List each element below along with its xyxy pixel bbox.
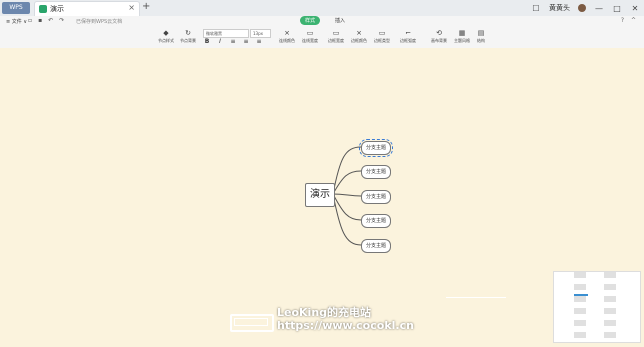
tab-style[interactable]: 样式: [300, 16, 321, 25]
undo-icon[interactable]: ↶: [48, 17, 53, 24]
branch-topic-1[interactable]: 分支主题: [359, 139, 393, 157]
battery-logo: [230, 314, 274, 332]
ribbon-tabs: 样式 插入: [300, 16, 350, 25]
branch-topic-3[interactable]: 分支主题: [361, 190, 391, 204]
close-window-icon[interactable]: ✕: [630, 3, 640, 13]
redo-icon[interactable]: ↷: [59, 17, 64, 24]
minimap-column: [604, 272, 616, 342]
structure-icon: ▤: [477, 29, 485, 37]
quick-access-toolbar: ▫ ▪ ↶ ↷: [28, 17, 64, 24]
central-topic[interactable]: 演示: [305, 183, 335, 207]
minimize-icon[interactable]: —: [594, 3, 604, 13]
line-width-icon: ▭: [306, 29, 314, 37]
user-name[interactable]: 黄黄头: [549, 3, 570, 13]
branch-topic-2[interactable]: 分支主题: [361, 165, 391, 179]
ribbon: ◆ 节点样式 ↻ 节点背景 微软雅黑 13px B I ≡ ≡ ≡ ⨯ 连线颜色…: [0, 26, 644, 49]
window-controls: ☐ 黄黄头 — □ ✕: [531, 2, 640, 14]
border-type-button[interactable]: ▭ 边框类型: [371, 28, 393, 46]
border-radius-icon: ⌐: [405, 29, 411, 37]
connector-3: [332, 193, 362, 197]
button-label: 节点背景: [180, 38, 196, 43]
text-format-group: B I ≡ ≡ ≡: [203, 38, 263, 45]
mindmap-canvas[interactable]: 演示 分支主题 分支主题 分支主题 分支主题 分支主题: [0, 48, 644, 347]
font-size-select[interactable]: 13px: [250, 29, 271, 38]
menu-row: ≡ 文件 ∨ ▫ ▪ ↶ ↷ 已保存到WPS云文档 样式 插入 ? ^: [0, 16, 644, 26]
button-label: 节点样式: [158, 38, 174, 43]
collapse-ribbon-icon[interactable]: ^: [631, 17, 636, 24]
align-center-button[interactable]: ≡: [242, 38, 250, 45]
help-icon[interactable]: ?: [621, 17, 624, 24]
canvas-background-icon: ⟲: [436, 29, 442, 37]
minimap-highlight: [574, 294, 588, 296]
border-color-icon: ⨯: [356, 29, 362, 37]
canvas-background-button[interactable]: ⟲ 画布背景: [428, 28, 450, 46]
minimap-column: [574, 272, 586, 342]
border-color-button[interactable]: ⨯ 边框颜色: [348, 28, 370, 46]
border-width-button[interactable]: ▭ 边框宽度: [325, 28, 347, 46]
border-type-icon: ▭: [378, 29, 386, 37]
tab-close-icon[interactable]: ×: [128, 3, 135, 12]
bold-button[interactable]: B: [203, 38, 211, 45]
watermark-line-1: LeoKing的充电站: [277, 306, 372, 319]
title-bar: WPS 演示 × + ☐ 黄黄头 — □ ✕: [0, 0, 644, 17]
structure-button[interactable]: ▤ 结构: [470, 28, 492, 46]
watermark-text: LeoKing的充电站 https://www.cocokl.cn: [277, 306, 414, 332]
button-label: 边框弧度: [400, 38, 416, 43]
format-painter-icon[interactable]: ▪: [38, 17, 42, 24]
font-family-select[interactable]: 微软雅黑: [203, 29, 249, 38]
button-label: 边框颜色: [351, 38, 367, 43]
node-background-button[interactable]: ↻ 节点背景: [177, 28, 199, 46]
line-color-icon: ⨯: [284, 29, 290, 37]
file-menu[interactable]: ≡ 文件 ∨: [6, 18, 27, 25]
branch-topic-5[interactable]: 分支主题: [361, 239, 391, 253]
navigator-minimap[interactable]: [553, 271, 641, 343]
line-width-button[interactable]: ▭ 连线宽度: [299, 28, 321, 46]
wps-home-tab[interactable]: WPS: [2, 2, 30, 14]
node-style-icon: ◆: [163, 29, 169, 37]
avatar[interactable]: [578, 4, 586, 12]
align-right-button[interactable]: ≡: [255, 38, 263, 45]
branch-topic-4[interactable]: 分支主题: [361, 214, 391, 228]
document-tab[interactable]: 演示 ×: [34, 1, 140, 17]
align-left-button[interactable]: ≡: [229, 38, 237, 45]
watermark-line-2: https://www.cocokl.cn: [277, 319, 414, 332]
button-label: 边框类型: [374, 38, 390, 43]
node-style-button[interactable]: ◆ 节点样式: [155, 28, 177, 46]
button-label: 连线颜色: [279, 38, 295, 43]
button-label: 画布背景: [431, 38, 447, 43]
maximize-icon[interactable]: □: [612, 3, 622, 13]
cloud-save-hint: 已保存到WPS云文档: [76, 19, 123, 25]
save-icon[interactable]: ▫: [28, 17, 32, 24]
button-label: 连线宽度: [302, 38, 318, 43]
node-background-icon: ↻: [185, 29, 191, 37]
tab-insert[interactable]: 插入: [330, 16, 350, 25]
button-label: 边框宽度: [328, 38, 344, 43]
italic-button[interactable]: I: [216, 38, 224, 45]
connector-4: [332, 193, 362, 221]
border-radius-button[interactable]: ⌐ 边框弧度: [395, 28, 421, 46]
watermark-divider: [446, 297, 506, 298]
line-color-button[interactable]: ⨯ 连线颜色: [276, 28, 298, 46]
border-width-icon: ▭: [332, 29, 340, 37]
button-label: 结构: [477, 38, 485, 43]
new-tab-button[interactable]: +: [142, 1, 150, 12]
window-layout-icon[interactable]: ☐: [531, 3, 541, 13]
document-tab-title: 演示: [50, 5, 64, 13]
presentation-app-icon: [39, 5, 47, 13]
